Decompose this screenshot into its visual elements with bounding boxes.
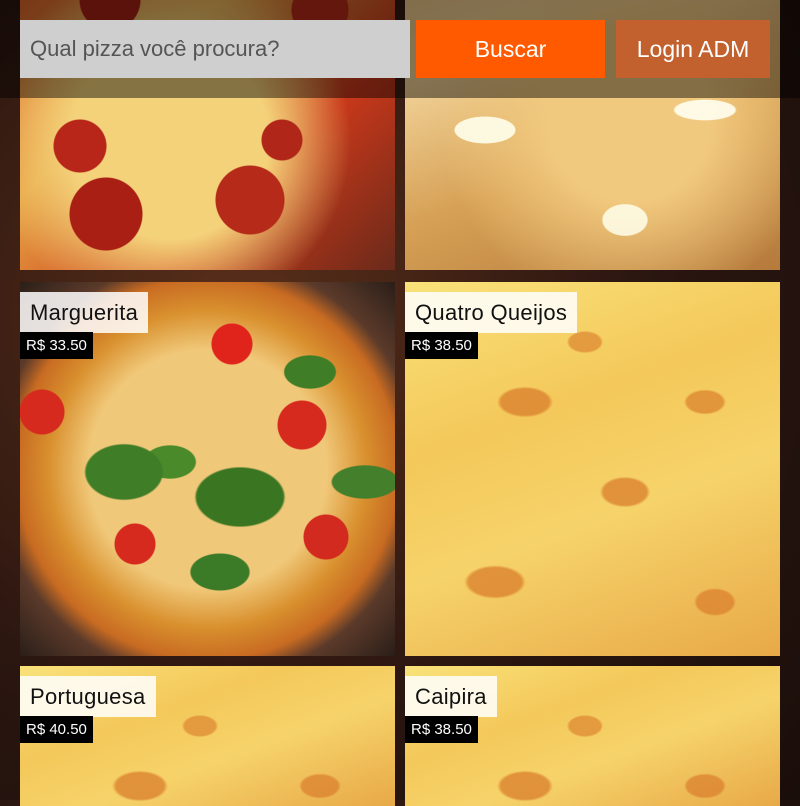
- pizza-price: R$ 38.50: [405, 332, 478, 359]
- pizza-price: R$ 38.50: [405, 716, 478, 743]
- pizza-name: Quatro Queijos: [405, 292, 578, 333]
- pizza-card-portuguesa[interactable]: Portuguesa R$ 40.50: [20, 666, 395, 806]
- pizza-grid: Marguerita R$ 33.50 Quatro Queijos R$ 38…: [0, 0, 800, 806]
- search-input[interactable]: [20, 20, 410, 78]
- pizza-card-marguerita[interactable]: Marguerita R$ 33.50: [20, 282, 395, 656]
- login-adm-button[interactable]: Login ADM: [616, 20, 770, 78]
- search-button[interactable]: Buscar: [416, 20, 605, 78]
- pizza-price: R$ 40.50: [20, 716, 93, 743]
- pizza-name: Portuguesa: [20, 676, 156, 717]
- pizza-price: R$ 33.50: [20, 332, 93, 359]
- pizza-card-caipira[interactable]: Caipira R$ 38.50: [405, 666, 780, 806]
- pizza-card-quatro-queijos[interactable]: Quatro Queijos R$ 38.50: [405, 282, 780, 656]
- pizza-name: Marguerita: [20, 292, 149, 333]
- top-search-bar: Buscar Login ADM: [0, 0, 800, 98]
- pizza-name: Caipira: [405, 676, 497, 717]
